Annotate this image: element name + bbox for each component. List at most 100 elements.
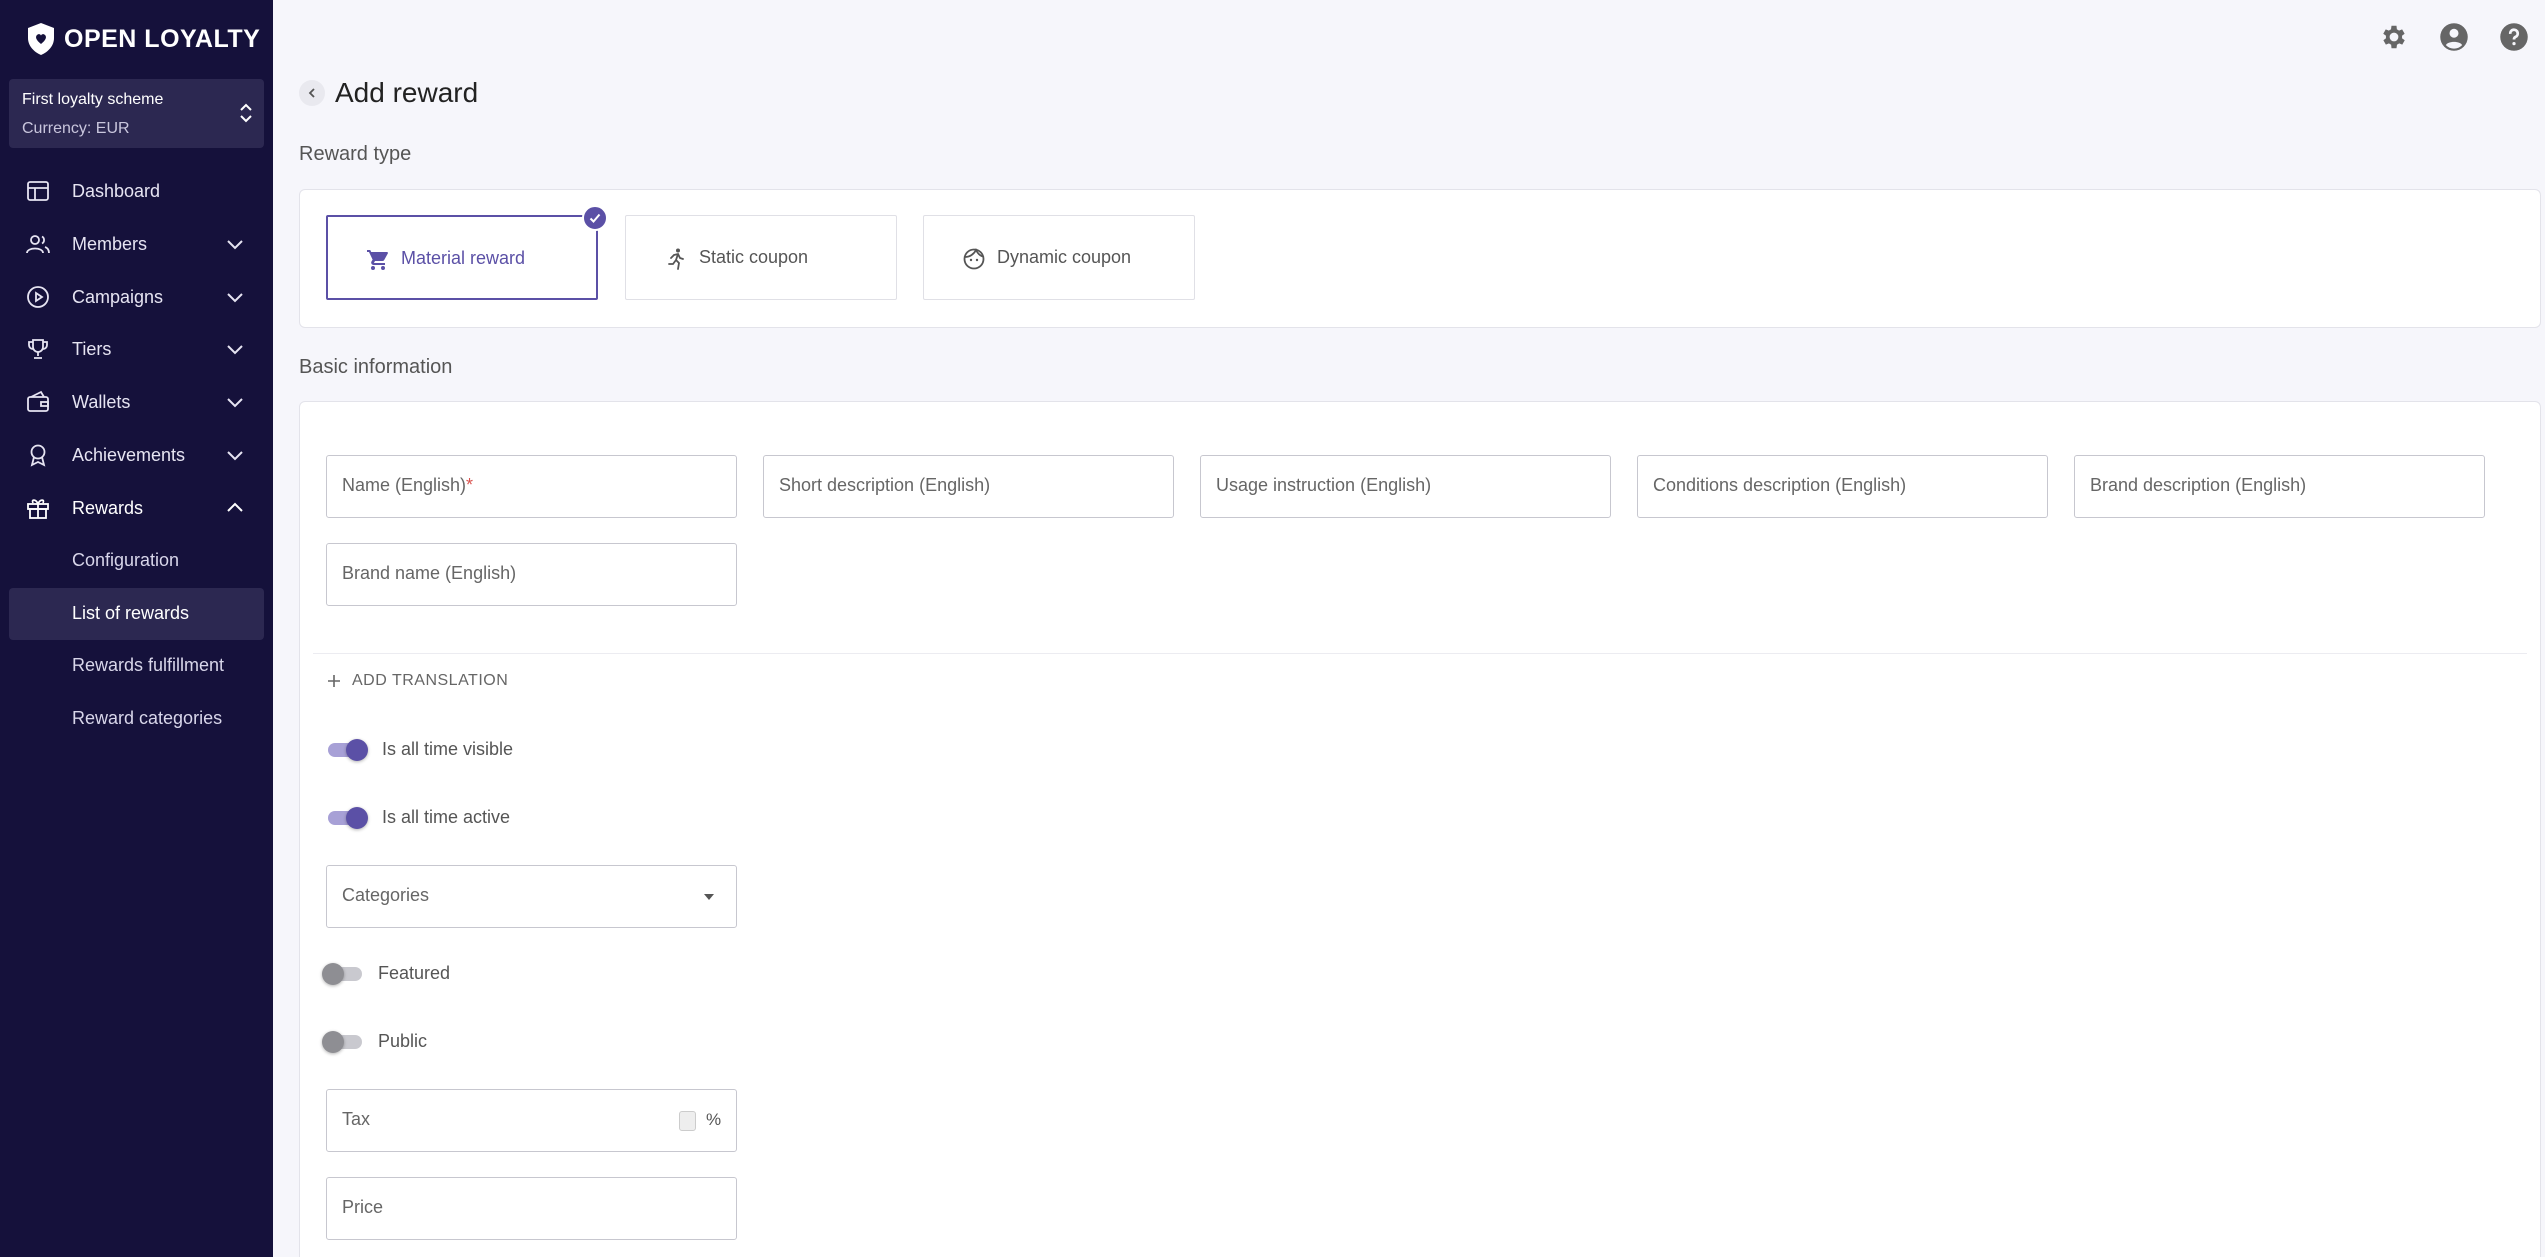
page-title: Add reward [335,77,479,108]
shield-logo-icon [28,23,54,55]
brand-name: OPEN LOYALTY [64,24,261,53]
sidebar-subitem-list-of-rewards[interactable]: List of rewards [9,588,264,640]
sidebar-item-campaigns[interactable]: Campaigns [9,271,264,323]
campaigns-icon [27,286,49,308]
sidebar-item-label: Dashboard [72,180,161,201]
number-spinner-icon[interactable] [679,1111,696,1131]
usage-instruction-field[interactable]: Usage instruction (English) [1200,455,1611,518]
dropdown-caret-icon [704,894,714,900]
chevron-down-icon [227,398,243,408]
sidebar-item-label: Wallets [72,391,131,412]
divider [313,653,2527,654]
sidebar: OPEN LOYALTY First loyalty scheme Curren… [0,0,273,1257]
all-time-visible-toggle[interactable] [326,738,368,761]
brand-logo[interactable]: OPEN LOYALTY [26,22,260,56]
name-field[interactable]: Name (English)* [326,455,737,518]
face-icon [963,247,985,270]
sidebar-item-label: Achievements [72,444,186,465]
settings-icon[interactable] [2379,22,2409,52]
price-field[interactable]: Price [326,1177,737,1240]
all-time-active-row: Is all time active [326,806,511,829]
scheme-name: First loyalty scheme [22,91,164,108]
badge-icon [30,444,46,467]
back-button[interactable] [299,80,325,106]
brand-description-field[interactable]: Brand description (English) [2074,455,2485,518]
runner-icon [668,248,684,270]
conditions-description-label: Conditions description (English) [1653,475,1907,495]
members-icon [26,235,50,254]
chevron-down-icon [227,293,243,303]
sidebar-subitem-rewards-fulfillment[interactable]: Rewards fulfillment [9,640,264,692]
short-description-label: Short description (English) [779,475,991,495]
featured-toggle[interactable] [322,962,364,985]
scheme-selector[interactable]: First loyalty scheme Currency: EUR [9,79,264,148]
sidebar-item-label: Tiers [72,338,112,359]
categories-label: Categories [342,885,430,905]
chevron-down-icon [227,451,243,461]
brand-description-label: Brand description (English) [2090,475,2307,495]
chevron-down-icon [227,240,243,250]
tax-unit: % [706,1110,722,1129]
brand-name-label: Brand name (English) [342,563,517,583]
sidebar-item-achievements[interactable]: Achievements [9,429,264,481]
reward-type-label: Static coupon [699,247,809,267]
sidebar-item-tiers[interactable]: Tiers [9,323,264,375]
sidebar-subitem-label: Configuration [72,550,180,570]
public-toggle[interactable] [322,1030,364,1053]
sidebar-item-label: Rewards [72,497,144,518]
brand-name-field[interactable]: Brand name (English) [326,543,737,606]
sidebar-item-label: Campaigns [72,286,164,307]
reward-type-heading: Reward type [299,143,412,165]
header-actions [2379,22,2529,52]
all-time-visible-row: Is all time visible [326,738,514,761]
scheme-currency: Currency: EUR [22,120,130,137]
price-label: Price [342,1197,384,1217]
conditions-description-field[interactable]: Conditions description (English) [1637,455,2048,518]
featured-row: Featured [322,962,451,985]
sidebar-subitem-reward-categories[interactable]: Reward categories [9,693,264,745]
sidebar-subitem-label: Rewards fulfillment [72,655,225,675]
selected-check-icon [582,205,608,231]
all-time-active-toggle[interactable] [326,806,368,829]
sidebar-subitem-label: Reward categories [72,708,223,728]
categories-select[interactable]: Categories [326,865,737,928]
basic-info-heading: Basic information [299,356,453,378]
sidebar-item-members[interactable]: Members [9,218,264,270]
account-icon[interactable] [2439,22,2469,52]
add-translation-button[interactable]: ADD TRANSLATION [326,672,508,690]
reward-type-dynamic-coupon[interactable]: Dynamic coupon [923,215,1195,300]
gift-icon [27,499,49,519]
page-header: Add reward [299,77,478,109]
required-marker: * [466,475,474,495]
toggle-label: Featured [378,962,451,983]
toggle-label: Public [378,1030,428,1051]
tax-field[interactable]: Tax [326,1089,737,1152]
chevron-down-icon [227,345,243,355]
short-description-field[interactable]: Short description (English) [763,455,1174,518]
public-row: Public [322,1030,428,1053]
sidebar-item-rewards[interactable]: Rewards [9,482,264,534]
help-icon[interactable] [2499,22,2529,52]
cart-icon [367,250,388,270]
unfold-icon [240,103,252,123]
dashboard-icon [27,181,49,201]
chevron-left-icon [308,88,315,98]
name-field-label: Name (English)* [342,475,473,496]
sidebar-subitem-configuration[interactable]: Configuration [9,535,264,587]
reward-type-material[interactable]: Material reward [326,205,608,300]
plus-icon [328,675,340,687]
sidebar-subitem-label: List of rewards [72,603,190,623]
reward-type-label: Dynamic coupon [997,247,1132,267]
toggle-label: Is all time active [382,806,511,827]
chevron-up-icon [227,502,243,512]
sidebar-item-dashboard[interactable]: Dashboard [9,165,264,217]
sidebar-item-wallets[interactable]: Wallets [9,376,264,428]
add-translation-label: ADD TRANSLATION [352,672,509,689]
usage-instruction-label: Usage instruction (English) [1216,475,1432,495]
toggle-label: Is all time visible [382,738,514,759]
reward-type-static-coupon[interactable]: Static coupon [625,215,897,300]
sidebar-item-label: Members [72,233,148,254]
wallet-icon [27,390,49,412]
reward-type-label: Material reward [401,248,526,268]
tax-label: Tax [342,1109,371,1129]
